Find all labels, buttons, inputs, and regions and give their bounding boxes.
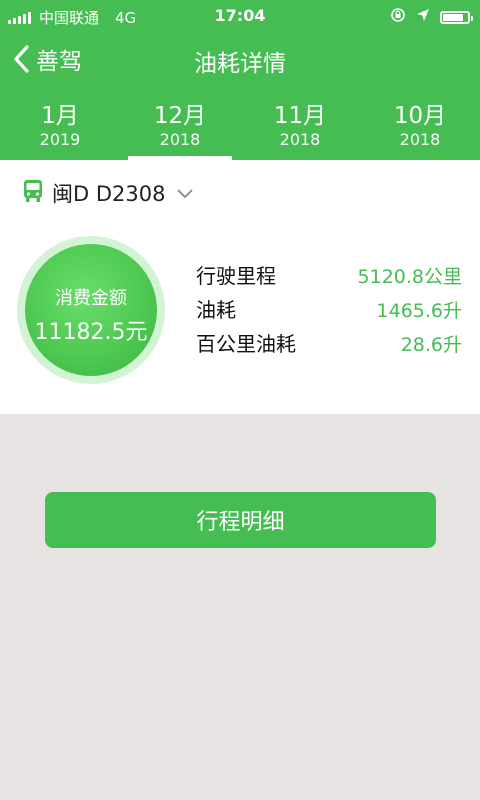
tab-2018-12[interactable]: 12月 2018 — [120, 96, 240, 160]
spending-amount: 11182.5元 — [34, 320, 148, 345]
rotation-lock-icon — [390, 7, 406, 27]
stat-label: 百公里油耗 — [196, 332, 296, 356]
page-title: 油耗详情 — [194, 51, 286, 77]
tab-2018-11[interactable]: 11月 2018 — [240, 96, 360, 160]
spending-label: 消费金额 — [55, 288, 127, 309]
tab-year: 2018 — [399, 130, 441, 149]
trip-detail-button[interactable]: 行程明细 — [45, 492, 436, 548]
tab-month: 12月 — [153, 103, 207, 129]
tab-year: 2018 — [159, 130, 201, 149]
stat-label: 油耗 — [196, 298, 236, 322]
tab-month: 1月 — [41, 103, 79, 129]
status-bar: 中国联通 4G 17:04 — [0, 0, 480, 34]
fuel-summary-panel: 闽D D2308 消费金额 11182.5元 行驶里程 5120.8公里 油耗 … — [0, 160, 480, 414]
stat-value: 1465.6升 — [376, 300, 462, 322]
nav-bar: 善驾 油耗详情 — [0, 36, 480, 86]
tab-2018-10[interactable]: 10月 2018 — [360, 96, 480, 160]
stat-row-fuel: 油耗 1465.6升 — [196, 294, 462, 328]
bus-icon — [22, 179, 44, 207]
top-bar: 中国联通 4G 17:04 善驾 油耗详情 1月 2019 12月 2018 1… — [0, 0, 480, 160]
tab-month: 11月 — [273, 103, 327, 129]
vehicle-selector[interactable]: 闽D D2308 — [22, 178, 193, 208]
spending-circle: 消费金额 11182.5元 — [17, 236, 165, 384]
tab-2019-01[interactable]: 1月 2019 — [0, 96, 120, 160]
vehicle-plate: 闽D D2308 — [52, 182, 166, 206]
fuel-stats: 行驶里程 5120.8公里 油耗 1465.6升 百公里油耗 28.6升 — [196, 260, 462, 362]
tab-month: 10月 — [393, 103, 447, 129]
month-tabs: 1月 2019 12月 2018 11月 2018 10月 2018 — [0, 96, 480, 160]
tab-year: 2018 — [279, 130, 321, 149]
chevron-down-icon — [177, 184, 193, 203]
battery-icon — [440, 10, 473, 24]
stat-label: 行驶里程 — [196, 264, 276, 288]
stat-value: 5120.8公里 — [357, 266, 462, 288]
spending-circle-inner: 消费金额 11182.5元 — [25, 244, 157, 376]
stat-row-mileage: 行驶里程 5120.8公里 — [196, 260, 462, 294]
tab-year: 2019 — [39, 130, 81, 149]
stat-row-per-100km: 百公里油耗 28.6升 — [196, 328, 462, 362]
stat-value: 28.6升 — [400, 334, 462, 356]
location-icon — [416, 8, 430, 26]
